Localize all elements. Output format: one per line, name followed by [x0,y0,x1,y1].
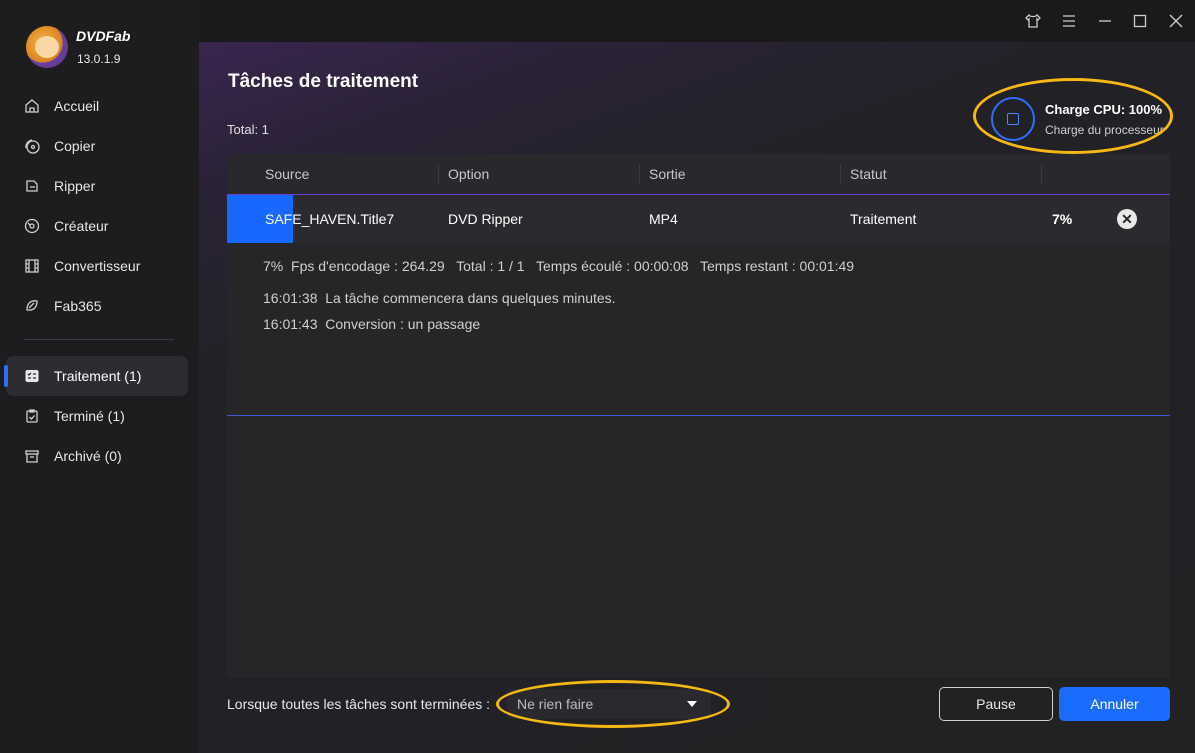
highlight-circle [973,78,1173,154]
cancel-button[interactable]: Annuler [1059,687,1170,721]
sidebar-divider [24,339,174,340]
table-header: Source Option Sortie Statut [227,154,1170,195]
column-header-status: Statut [850,166,887,182]
home-icon [25,99,39,113]
column-separator [1041,164,1042,184]
task-source: SAFE_HAVEN.Title7 [265,211,395,227]
creator-disc-icon [24,218,40,234]
copy-disc-icon [25,139,40,154]
monkey-logo-icon [26,26,68,68]
page-title: Tâches de traitement [228,71,419,92]
column-header-source: Source [265,166,310,182]
after-completion-label: Lorsque toutes les tâches sont terminées… [227,696,491,712]
sidebar-item-copier[interactable]: Copier [6,126,188,166]
sidebar-item-createur[interactable]: Créateur [6,206,188,246]
title-bar [199,0,1195,42]
column-separator [639,164,640,184]
main-panel: Tâches de traitement Total: 1 Charge CPU… [199,42,1195,753]
sidebar-item-label: Terminé (1) [54,408,125,424]
column-separator [840,164,841,184]
pause-button[interactable]: Pause [939,687,1053,721]
app-logo: DVDFab 13.0.1.9 [26,24,186,70]
sidebar-item-label: Traitement (1) [54,368,142,384]
sidebar-item-convertisseur[interactable]: Convertisseur [6,246,188,286]
sidebar-item-termine[interactable]: Terminé (1) [6,396,188,436]
sidebar-item-label: Créateur [54,218,109,234]
sidebar-item-label: Fab365 [54,298,102,314]
sidebar-item-accueil[interactable]: Accueil [6,86,188,126]
archive-icon [25,450,39,463]
task-option: DVD Ripper [448,211,523,227]
clipboard-check-icon [26,409,38,423]
task-status: Traitement [850,211,917,227]
task-stats: 7% Fps d'encodage : 264.29 Total : 1 / 1… [263,258,855,274]
maximize-icon[interactable] [1130,11,1150,31]
task-output: MP4 [649,211,678,227]
close-icon[interactable] [1166,11,1186,31]
highlight-circle [496,680,730,728]
minimize-icon[interactable] [1095,11,1115,31]
sidebar-item-fab365[interactable]: Fab365 [6,286,188,326]
task-list-icon [25,370,39,382]
sidebar-item-label: Ripper [54,178,96,194]
sidebar-item-archive[interactable]: Archivé (0) [6,436,188,476]
sidebar-item-label: Convertisseur [54,258,141,274]
sidebar-item-label: Archivé (0) [54,448,122,464]
shirt-skin-icon[interactable] [1023,11,1043,31]
task-table: Source Option Sortie Statut SAFE_HAVEN.T… [227,154,1170,678]
task-percent: 7% [1052,211,1073,227]
app-version: 13.0.1.9 [77,52,121,66]
fab365-icon [26,300,38,311]
film-icon [25,259,39,273]
column-header-output: Sortie [649,166,686,182]
log-line: 16:01:38 La tâche commencera dans quelqu… [263,290,616,306]
log-line: 16:01:43 Conversion : un passage [263,316,481,332]
sidebar: DVDFab 13.0.1.9 Accueil Copier Ripper Cr… [0,0,199,753]
sidebar-item-label: Copier [54,138,96,154]
table-row[interactable]: SAFE_HAVEN.Title7 DVD Ripper MP4 Traitem… [227,195,1170,243]
menu-icon[interactable] [1059,11,1079,31]
sidebar-item-label: Accueil [54,98,100,114]
sidebar-item-ripper[interactable]: Ripper [6,166,188,206]
task-detail-panel: 7% Fps d'encodage : 264.29 Total : 1 / 1… [227,243,1170,416]
sidebar-item-traitement[interactable]: Traitement (1) [4,356,188,396]
column-separator [438,164,439,184]
remove-task-button[interactable]: ✕ [1117,209,1137,229]
ripper-icon [26,180,38,192]
column-header-option: Option [448,166,490,182]
task-total: Total: 1 [227,122,269,137]
app-name: DVDFab [76,28,131,44]
